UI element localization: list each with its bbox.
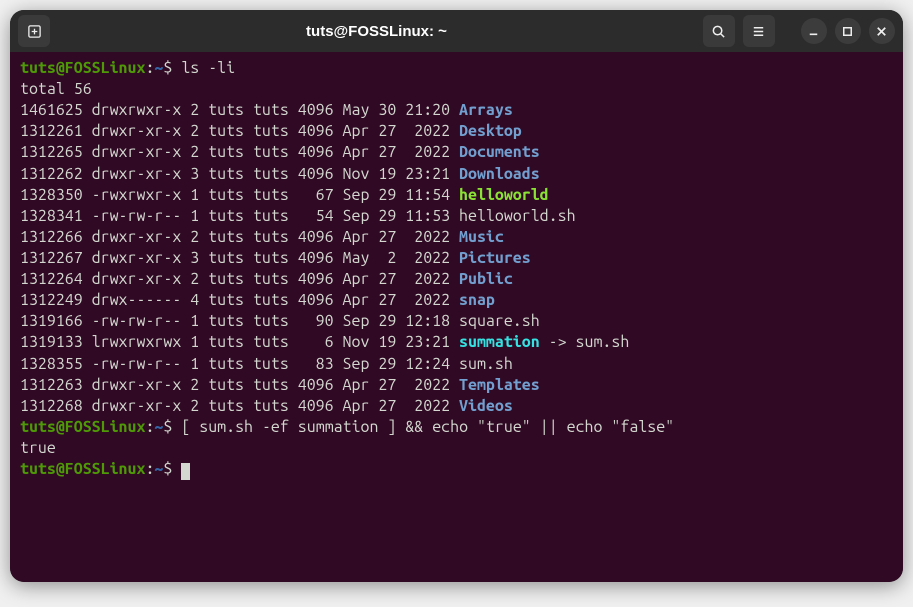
prompt-symbol: $ [163, 59, 172, 77]
file-name: Downloads [459, 165, 540, 183]
prompt-user-host: tuts@FOSSLinux [20, 59, 145, 77]
prompt-user-host: tuts@FOSSLinux [20, 418, 145, 436]
window-title: tuts@FOSSLinux: ~ [306, 23, 447, 40]
close-button[interactable] [869, 18, 895, 44]
maximize-button[interactable] [835, 18, 861, 44]
menu-button[interactable] [743, 15, 775, 47]
file-name: Arrays [459, 101, 513, 119]
titlebar: tuts@FOSSLinux: ~ [10, 10, 903, 52]
prompt-symbol: $ [163, 418, 172, 436]
file-name: Documents [459, 143, 540, 161]
output-result: true [20, 439, 56, 457]
file-name: helloworld.sh [459, 207, 575, 225]
file-name: snap [459, 291, 495, 309]
file-name: square.sh [459, 312, 540, 330]
maximize-icon [840, 24, 855, 39]
prompt-user-host: tuts@FOSSLinux [20, 460, 145, 478]
listing-row: 1328341 -rw-rw-r-- 1 tuts tuts 54 Sep 29… [20, 207, 576, 225]
terminal-body[interactable]: tuts@FOSSLinux:~$ ls -li total 56 146162… [10, 52, 903, 582]
listing-row: 1312266 drwxr-xr-x 2 tuts tuts 4096 Apr … [20, 228, 504, 246]
listing-row: 1312264 drwxr-xr-x 2 tuts tuts 4096 Apr … [20, 270, 513, 288]
file-listing: 1461625 drwxrwxr-x 2 tuts tuts 4096 May … [20, 101, 629, 415]
listing-row: 1312265 drwxr-xr-x 2 tuts tuts 4096 Apr … [20, 143, 540, 161]
search-button[interactable] [703, 15, 735, 47]
listing-row: 1312267 drwxr-xr-x 3 tuts tuts 4096 May … [20, 249, 531, 267]
minimize-button[interactable] [801, 18, 827, 44]
listing-row: 1328350 -rwxrwxr-x 1 tuts tuts 67 Sep 29… [20, 186, 549, 204]
listing-row: 1312249 drwx------ 4 tuts tuts 4096 Apr … [20, 291, 495, 309]
listing-row: 1461625 drwxrwxr-x 2 tuts tuts 4096 May … [20, 101, 513, 119]
new-tab-button[interactable] [18, 15, 50, 47]
terminal-window: tuts@FOSSLinux: ~ [10, 10, 903, 582]
listing-row: 1319166 -rw-rw-r-- 1 tuts tuts 90 Sep 29… [20, 312, 540, 330]
prompt-symbol: $ [163, 460, 172, 478]
cursor [181, 463, 190, 480]
hamburger-icon [751, 24, 766, 39]
file-name: Templates [459, 376, 540, 394]
file-name: Pictures [459, 249, 531, 267]
new-tab-icon [27, 24, 42, 39]
close-icon [874, 24, 889, 39]
command-1: ls -li [181, 59, 235, 77]
file-name: sum.sh [459, 355, 513, 373]
listing-row: 1319133 lrwxrwxrwx 1 tuts tuts 6 Nov 19 … [20, 333, 629, 351]
listing-row: 1312262 drwxr-xr-x 3 tuts tuts 4096 Nov … [20, 165, 540, 183]
file-name: Videos [459, 397, 513, 415]
total-line: total 56 [20, 80, 92, 98]
file-name: Desktop [459, 122, 522, 140]
listing-row: 1312268 drwxr-xr-x 2 tuts tuts 4096 Apr … [20, 397, 513, 415]
search-icon [711, 24, 726, 39]
listing-row: 1312261 drwxr-xr-x 2 tuts tuts 4096 Apr … [20, 122, 522, 140]
listing-row: 1328355 -rw-rw-r-- 1 tuts tuts 83 Sep 29… [20, 355, 513, 373]
file-name: helloworld [459, 186, 549, 204]
minimize-icon [806, 24, 821, 39]
file-name: Music [459, 228, 504, 246]
listing-row: 1312263 drwxr-xr-x 2 tuts tuts 4096 Apr … [20, 376, 540, 394]
file-name: summation [459, 333, 540, 351]
file-name: Public [459, 270, 513, 288]
link-target: -> sum.sh [540, 333, 630, 351]
command-2: [ sum.sh -ef summation ] && echo "true" … [181, 418, 674, 436]
